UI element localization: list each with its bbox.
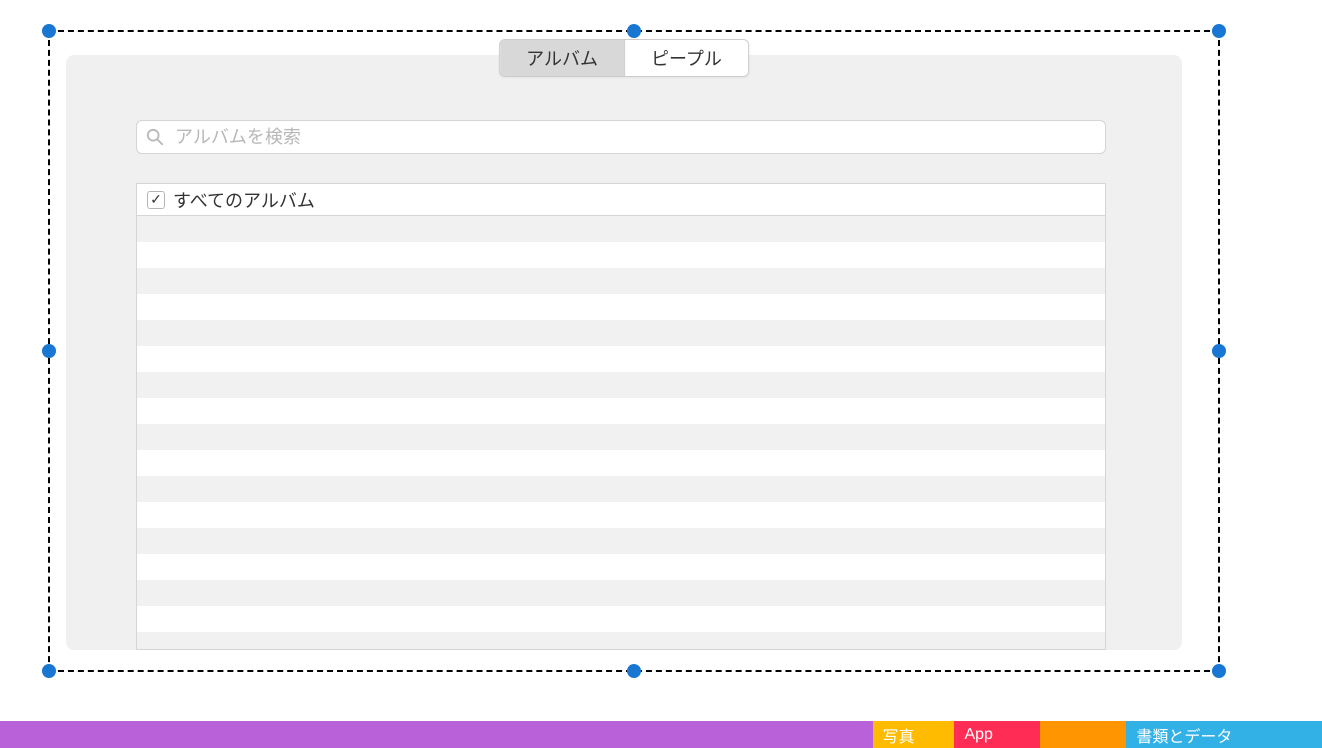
resize-handle-middle-left[interactable] — [42, 344, 56, 358]
list-row[interactable] — [137, 554, 1105, 580]
list-row[interactable] — [137, 528, 1105, 554]
list-row[interactable] — [137, 242, 1105, 268]
search-input[interactable] — [136, 120, 1106, 154]
list-rows — [137, 216, 1105, 649]
resize-handle-top-right[interactable] — [1212, 24, 1226, 38]
list-row[interactable] — [137, 580, 1105, 606]
all-albums-checkbox[interactable]: ✓ — [147, 191, 165, 209]
tab-albums[interactable]: アルバム — [500, 40, 624, 76]
list-row[interactable] — [137, 216, 1105, 242]
list-row[interactable] — [137, 606, 1105, 632]
tab-people[interactable]: ピープル — [624, 40, 748, 76]
list-row[interactable] — [137, 450, 1105, 476]
resize-handle-bottom-left[interactable] — [42, 664, 56, 678]
list-row[interactable] — [137, 268, 1105, 294]
list-row[interactable] — [137, 398, 1105, 424]
list-row[interactable] — [137, 424, 1105, 450]
storage-bar: 写真 App 書類とデータ — [0, 721, 1322, 748]
resize-handle-bottom-middle[interactable] — [627, 664, 641, 678]
list-row[interactable] — [137, 502, 1105, 528]
list-header-row[interactable]: ✓ すべてのアルバム — [137, 184, 1105, 216]
list-row[interactable] — [137, 294, 1105, 320]
list-row[interactable] — [137, 346, 1105, 372]
storage-segment-purple — [0, 721, 873, 748]
list-row[interactable] — [137, 372, 1105, 398]
resize-handle-top-middle[interactable] — [627, 24, 641, 38]
resize-handle-top-left[interactable] — [42, 24, 56, 38]
albums-list: ✓ すべてのアルバム — [136, 183, 1106, 650]
search-wrapper — [136, 120, 1106, 154]
resize-handle-bottom-right[interactable] — [1212, 664, 1226, 678]
resize-handle-middle-right[interactable] — [1212, 344, 1226, 358]
all-albums-label: すべてのアルバム — [173, 187, 315, 213]
settings-panel: アルバム ピープル ✓ すべてのアルバム — [66, 55, 1182, 650]
storage-segment-photos: 写真 — [873, 721, 955, 748]
storage-segment-app: App — [954, 721, 1040, 748]
list-row[interactable] — [137, 632, 1105, 650]
storage-segment-orange — [1040, 721, 1126, 748]
list-row[interactable] — [137, 476, 1105, 502]
list-row[interactable] — [137, 320, 1105, 346]
tab-bar: アルバム ピープル — [499, 39, 749, 77]
storage-segment-documents: 書類とデータ — [1126, 721, 1322, 748]
